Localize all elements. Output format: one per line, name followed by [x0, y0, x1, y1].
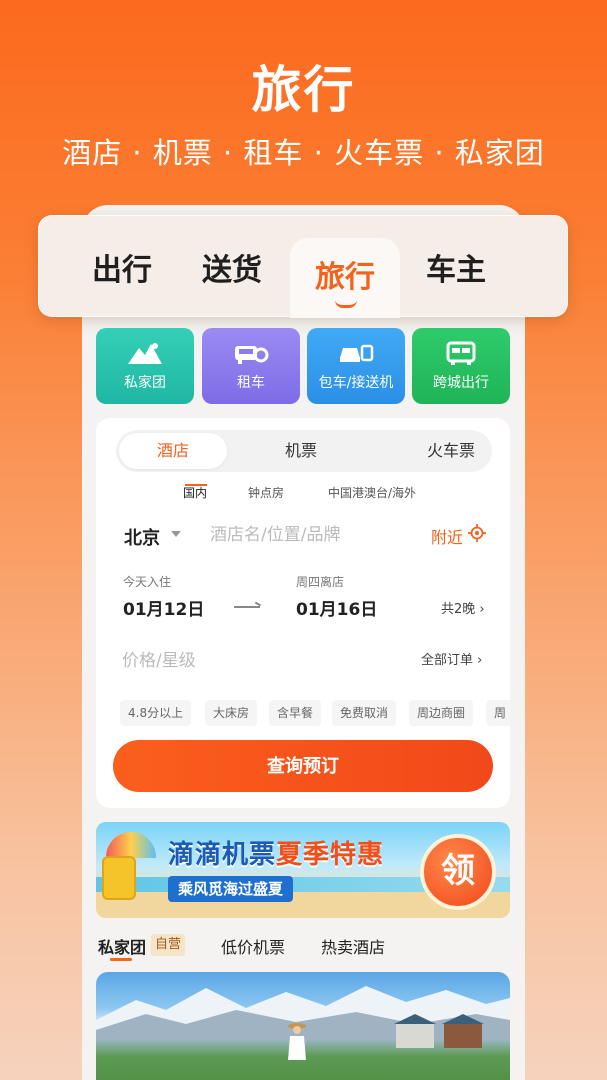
- segment-hotel[interactable]: 酒店: [119, 433, 227, 469]
- hero-subtitle: 酒店 · 机票 · 租车 · 火车票 · 私家团: [62, 136, 545, 170]
- chip-nearby-area[interactable]: 周边商圈: [409, 700, 474, 726]
- feed-tab-private-tour[interactable]: 私家团: [98, 934, 146, 958]
- tab-songhuo[interactable]: 送货: [177, 216, 287, 318]
- cabin: [442, 1014, 484, 1048]
- tile-private-tour[interactable]: 私家团: [96, 328, 194, 404]
- subtab-indicator: [185, 484, 207, 486]
- active-tab-indicator: [335, 300, 357, 308]
- chip-breakfast[interactable]: 含早餐: [269, 700, 322, 726]
- subtab-domestic[interactable]: 国内: [183, 484, 207, 501]
- caret-down-icon: [171, 531, 181, 537]
- banner-title-b: 夏季特惠: [276, 840, 385, 870]
- all-orders-link[interactable]: 全部订单 ›: [421, 649, 482, 668]
- chip-free-cancel[interactable]: 免费取消: [332, 700, 397, 726]
- claim-button[interactable]: 领: [420, 834, 496, 910]
- tile-label: 跨城出行: [433, 375, 489, 391]
- car-package-icon: [337, 340, 375, 366]
- tile-car-rental[interactable]: 租车: [202, 328, 300, 404]
- luggage-icon: [102, 856, 136, 900]
- chip-rating[interactable]: 4.8分以上: [120, 700, 192, 726]
- locate-icon[interactable]: [468, 524, 486, 542]
- checkout-label: 周四离店: [296, 575, 345, 589]
- service-tiles: 私家团 租车 包车/接送机 跨城出行: [96, 328, 510, 404]
- car-key-icon: [232, 340, 270, 366]
- feed-tab-hot-hotels[interactable]: 热卖酒店: [321, 934, 385, 958]
- price-star-filter[interactable]: 价格/星级: [122, 646, 196, 671]
- promo-banner[interactable]: 滴滴机票夏季特惠 乘风觅海过盛夏 领: [96, 822, 510, 918]
- cabin: [394, 1014, 436, 1048]
- tab-lvxing[interactable]: 旅行: [290, 238, 400, 318]
- feed-tabs: 私家团 自营 低价机票 热卖酒店: [96, 934, 510, 964]
- booking-panel: 酒店 机票 火车票 国内 钟点房 中国港澳台/海外 北京 附近 今天入住 周四离…: [96, 418, 510, 808]
- chip-more[interactable]: 周: [486, 700, 510, 726]
- subtab-overseas[interactable]: 中国港澳台/海外: [328, 484, 416, 501]
- hotel-subtabs: 国内 钟点房 中国港澳台/海外: [96, 484, 510, 504]
- tile-label: 包车/接送机: [318, 375, 394, 391]
- filter-chips: 4.8分以上 大床房 含早餐 免费取消 周边商圈 周: [120, 700, 510, 726]
- intercity-car-icon: [442, 340, 480, 366]
- checkin-label: 今天入住: [123, 575, 172, 589]
- hero-title: 旅行: [251, 61, 356, 119]
- segment-train[interactable]: 火车票: [406, 430, 496, 472]
- tab-lvxing-label: 旅行: [315, 260, 375, 295]
- banner-title-a: 滴滴机票: [168, 840, 277, 870]
- tab-chezhu[interactable]: 车主: [401, 216, 511, 318]
- feed-tab-indicator: [110, 958, 132, 961]
- banner-subtitle: 乘风觅海过盛夏: [168, 876, 294, 902]
- top-tab-bar: 出行 送货 旅行 车主: [38, 215, 568, 318]
- search-booking-button[interactable]: 查询预订: [113, 740, 493, 792]
- feed-tab-cheap-flights[interactable]: 低价机票: [221, 934, 285, 958]
- traveler-figure: [288, 1023, 306, 1060]
- tab-chuxing[interactable]: 出行: [67, 216, 177, 318]
- checkin-date[interactable]: 01月12日: [123, 595, 204, 620]
- nights-count[interactable]: 共2晚 ›: [441, 598, 485, 617]
- tile-charter-pickup[interactable]: 包车/接送机: [307, 328, 405, 404]
- carousel-dots: [296, 908, 316, 912]
- chip-king-bed[interactable]: 大床房: [205, 700, 258, 726]
- nearby-button[interactable]: 附近: [431, 524, 463, 548]
- tile-label: 租车: [237, 375, 265, 391]
- checkout-date[interactable]: 01月16日: [296, 595, 377, 620]
- tile-intercity[interactable]: 跨城出行: [412, 328, 510, 404]
- tile-label: 私家团: [124, 375, 166, 391]
- subtab-hourly[interactable]: 钟点房: [248, 484, 284, 501]
- tour-photo[interactable]: [96, 972, 510, 1080]
- city-selector[interactable]: 北京: [124, 524, 160, 550]
- segment-flight[interactable]: 机票: [256, 430, 346, 472]
- self-operated-badge: 自营: [151, 934, 186, 956]
- banner-title: 滴滴机票夏季特惠: [168, 834, 384, 871]
- mountain-icon: [126, 340, 164, 366]
- hotel-search-input[interactable]: [210, 520, 420, 550]
- date-arrow-icon: [234, 606, 260, 608]
- umbrella-icon: [106, 832, 156, 858]
- booking-segment-control: 酒店 机票 火车票: [116, 430, 492, 472]
